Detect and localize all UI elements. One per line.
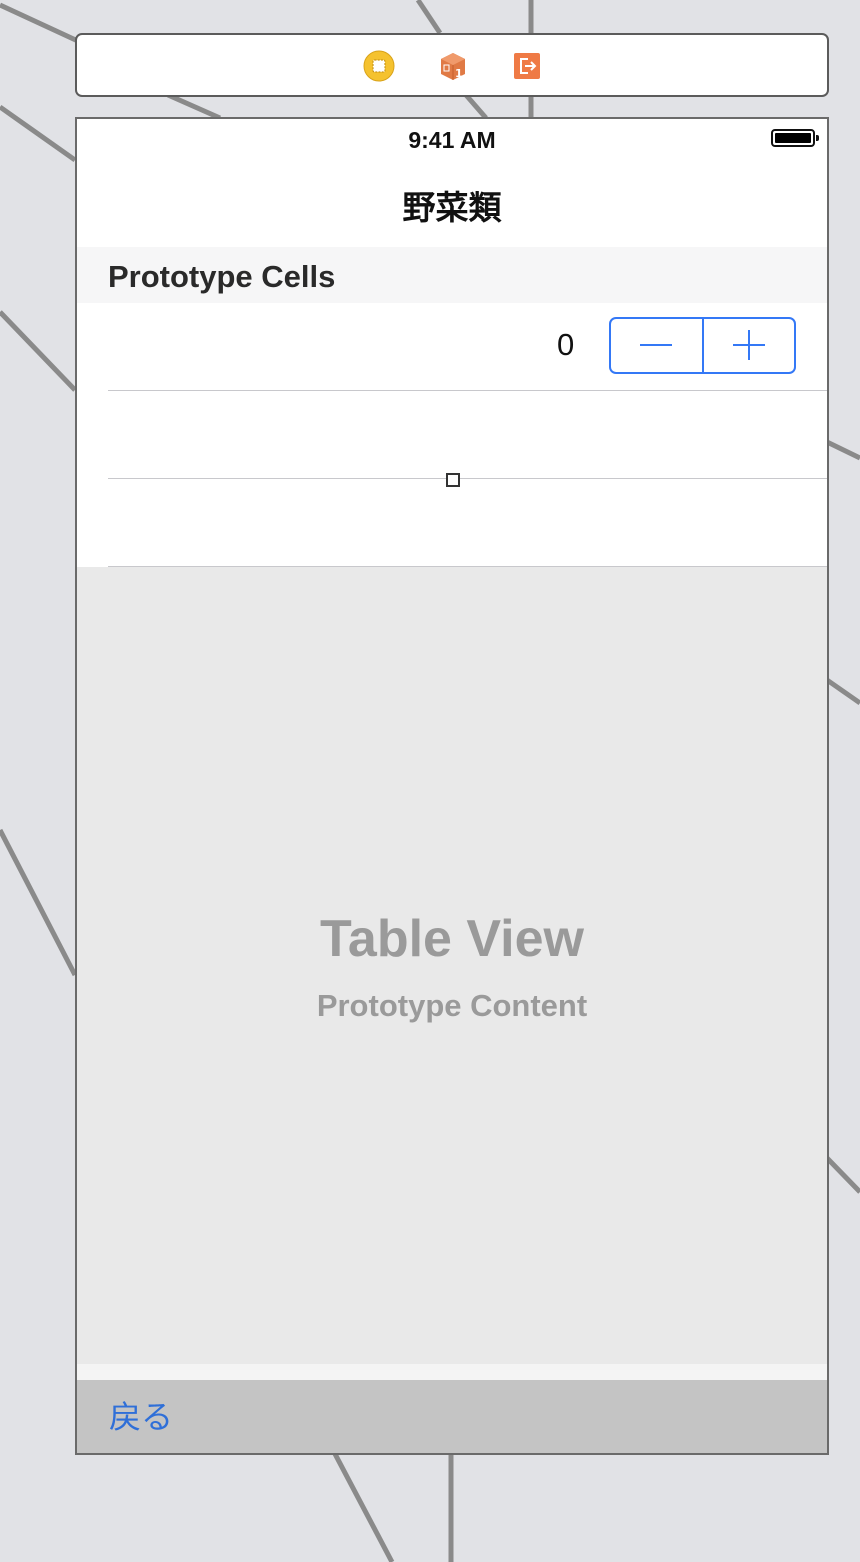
status-bar: 9:41 AM [77,119,827,161]
count-label: 0 [557,327,575,362]
view-controller-icon[interactable] [363,50,395,82]
iphone-scene: 9:41 AM 野菜類 Prototype Cells 0 Table View… [75,117,829,1455]
back-button[interactable]: 戻る [109,1392,173,1438]
resize-handle[interactable] [446,473,460,487]
table-cell[interactable]: 0 [77,303,827,391]
scene-dock: 1 [75,33,829,97]
svg-text:1: 1 [455,67,463,80]
minus-icon [640,344,672,346]
toolbar-spacer [77,1364,827,1380]
quantity-stepper[interactable] [609,317,796,374]
table-cell[interactable] [77,391,827,479]
cell-separator [108,566,827,567]
table-view-placeholder-title: Table View [320,910,584,968]
stepper-increment-button[interactable] [704,319,795,372]
table-cell[interactable] [77,479,827,567]
navigation-bar: 野菜類 [77,161,827,247]
toolbar: 戻る [77,1380,827,1453]
first-responder-icon[interactable]: 1 [437,50,469,82]
nav-title[interactable]: 野菜類 [77,181,827,229]
section-header-title: Prototype Cells [108,259,336,294]
table-view-placeholder-subtitle: Prototype Content [316,988,588,1023]
battery-icon [771,129,819,147]
exit-icon[interactable] [511,50,543,82]
prototype-cells: 0 [77,303,827,567]
status-time: 9:41 AM [408,127,496,153]
stepper-decrement-button[interactable] [611,319,702,372]
section-header: Prototype Cells [77,247,827,303]
